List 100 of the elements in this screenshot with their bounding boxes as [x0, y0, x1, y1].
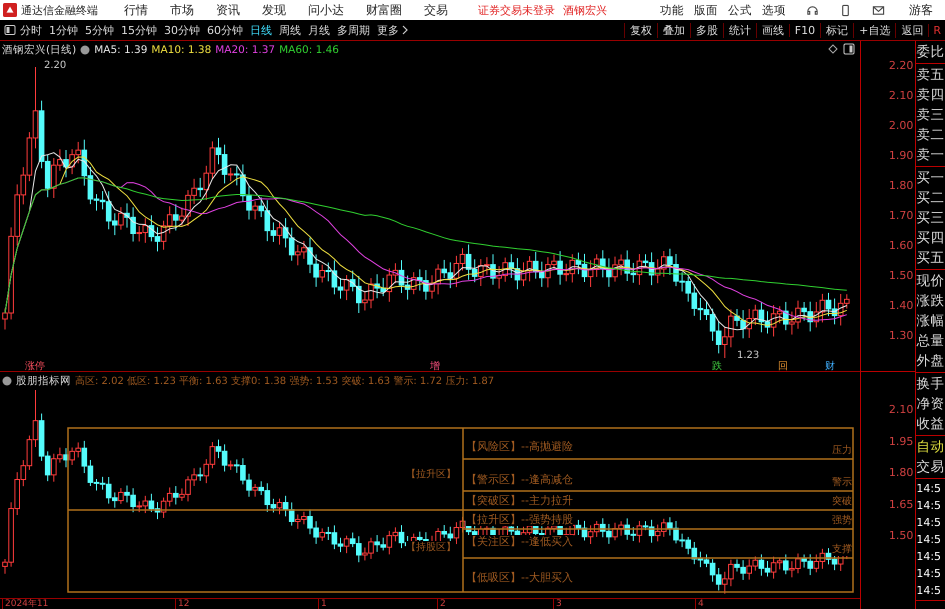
- menu-item[interactable]: 发现: [262, 2, 286, 18]
- toolbar-button[interactable]: 统计: [722, 22, 756, 38]
- event-marker[interactable]: 回: [778, 359, 788, 373]
- level-label: 压力: [832, 444, 852, 457]
- quote-label: 卖五: [916, 66, 945, 85]
- menu-item[interactable]: 财富圈: [366, 2, 402, 18]
- toolbar-button[interactable]: 画线: [756, 22, 789, 38]
- axis-label: 1.50: [888, 529, 914, 542]
- quote-label: 买三: [916, 209, 945, 228]
- app-name: 通达信金融终端: [21, 2, 98, 18]
- user-name[interactable]: 游客: [909, 2, 933, 18]
- high-price-label: 2.20: [44, 60, 66, 71]
- trade-label: 交易: [916, 458, 945, 477]
- event-marker[interactable]: 涨停: [25, 359, 45, 373]
- quote-label: 外盘: [916, 352, 945, 371]
- login-status[interactable]: 证券交易未登录: [478, 2, 555, 18]
- quote-label: 买四: [916, 229, 945, 248]
- phone-icon[interactable]: [839, 4, 852, 16]
- period-tab[interactable]: 1分钟: [49, 22, 78, 38]
- menu-item[interactable]: 资讯: [216, 2, 240, 18]
- period-tab[interactable]: 更多: [377, 22, 399, 38]
- panel-toggle-icon[interactable]: [843, 43, 855, 55]
- date-label: 4: [695, 599, 704, 609]
- ma-legend: MA20: 1.37: [215, 44, 276, 56]
- event-marker[interactable]: 跌: [712, 359, 722, 373]
- trade-time: 14:5: [916, 515, 942, 531]
- period-tab[interactable]: 60分钟: [207, 22, 243, 38]
- axis-label: 1.60: [888, 239, 914, 252]
- period-tab[interactable]: 月线: [308, 22, 330, 38]
- quote-label: 收益: [916, 415, 945, 434]
- toolbar-button[interactable]: 返回: [895, 22, 928, 38]
- trade-time: 14:5: [916, 566, 942, 582]
- trade-time: 14:5: [916, 532, 942, 548]
- period-tab[interactable]: 15分钟: [121, 22, 157, 38]
- menu-item[interactable]: 市场: [170, 2, 194, 18]
- panel-toggle-icon[interactable]: [4, 24, 16, 36]
- quote-label: 买二: [916, 189, 945, 208]
- quote-label: 涨跌: [916, 292, 945, 311]
- period-tab[interactable]: 多周期: [337, 22, 370, 38]
- event-marker[interactable]: 财: [825, 359, 835, 373]
- date-label: 12: [175, 599, 190, 609]
- quote-label: 买五: [916, 249, 945, 268]
- menu-item[interactable]: 版面: [694, 2, 718, 18]
- quote-label: 卖二: [916, 126, 945, 145]
- mail-icon[interactable]: [872, 4, 885, 16]
- chart-title: 酒钢宏兴(日线): [2, 43, 76, 57]
- period-tab[interactable]: 30分钟: [164, 22, 200, 38]
- level-label: 突破: [832, 495, 852, 508]
- axis-label: 1.40: [888, 299, 914, 312]
- level-label: 支撑: [832, 543, 852, 556]
- zone-label: 【持股区】: [406, 541, 456, 554]
- period-tab[interactable]: 分时: [20, 22, 42, 38]
- toolbar-button[interactable]: F10: [788, 24, 820, 36]
- level-label: 警示: [832, 476, 852, 489]
- menu-item[interactable]: 选项: [762, 2, 786, 18]
- axis-label: 1.50: [888, 269, 914, 282]
- quote-label: 卖三: [916, 106, 945, 125]
- menu-item[interactable]: 交易: [424, 2, 448, 18]
- toolbar-button[interactable]: 标记: [820, 22, 854, 38]
- menu-item[interactable]: 功能: [660, 2, 684, 18]
- diamond-icon[interactable]: [828, 44, 838, 54]
- axis-label: 2.10: [888, 89, 914, 102]
- trade-time: 14:5: [916, 481, 942, 497]
- quote-label: 卖四: [916, 86, 945, 105]
- ma-legend: MA60: 1.46: [279, 44, 339, 56]
- toolbar-button[interactable]: 叠加: [656, 22, 690, 38]
- axis-label: 1.65: [888, 498, 914, 510]
- stock-name: 酒钢宏兴: [563, 2, 607, 18]
- mode-label[interactable]: 自动: [916, 437, 945, 457]
- period-tab[interactable]: 周线: [279, 22, 301, 38]
- date-label: 3: [553, 599, 562, 609]
- date-label: 2: [437, 599, 446, 609]
- low-price-label: 1.23: [737, 350, 760, 361]
- quote-label: 卖一: [916, 146, 945, 165]
- quote-label: 净资: [916, 395, 945, 414]
- menu-item[interactable]: 公式: [728, 2, 752, 18]
- menu-item[interactable]: 问小达: [308, 2, 344, 18]
- axis-label: 1.90: [888, 149, 914, 162]
- quote-label: 总量: [916, 332, 945, 351]
- axis-label: 1.80: [888, 179, 914, 192]
- ma-legend: MA5: 1.39: [94, 44, 148, 56]
- axis-label: 2.20: [888, 59, 914, 72]
- chevron-right-icon[interactable]: [402, 25, 408, 35]
- period-tab[interactable]: 5分钟: [85, 22, 114, 38]
- menu-item[interactable]: 行情: [124, 2, 148, 18]
- zone-label: 【关注区】--逢低买入: [466, 535, 573, 548]
- quote-label: 现价: [916, 272, 945, 291]
- toolbar-button[interactable]: +自选: [853, 22, 896, 38]
- toolbar-button[interactable]: 多股: [690, 22, 723, 38]
- event-marker[interactable]: 增: [430, 359, 440, 373]
- quote-label: 买一: [916, 169, 945, 188]
- period-tab[interactable]: 日线: [250, 22, 272, 38]
- headset-icon[interactable]: [806, 4, 819, 16]
- quote-label: 委比: [916, 43, 945, 62]
- trade-time: 14:5: [916, 498, 942, 514]
- toolbar-button[interactable]: 复权: [624, 22, 657, 38]
- corner-button[interactable]: R: [928, 24, 945, 36]
- quote-label: 涨幅: [916, 312, 945, 331]
- zone-label: 【拉升区】--强势持股: [466, 513, 573, 526]
- logo-icon: [3, 3, 17, 17]
